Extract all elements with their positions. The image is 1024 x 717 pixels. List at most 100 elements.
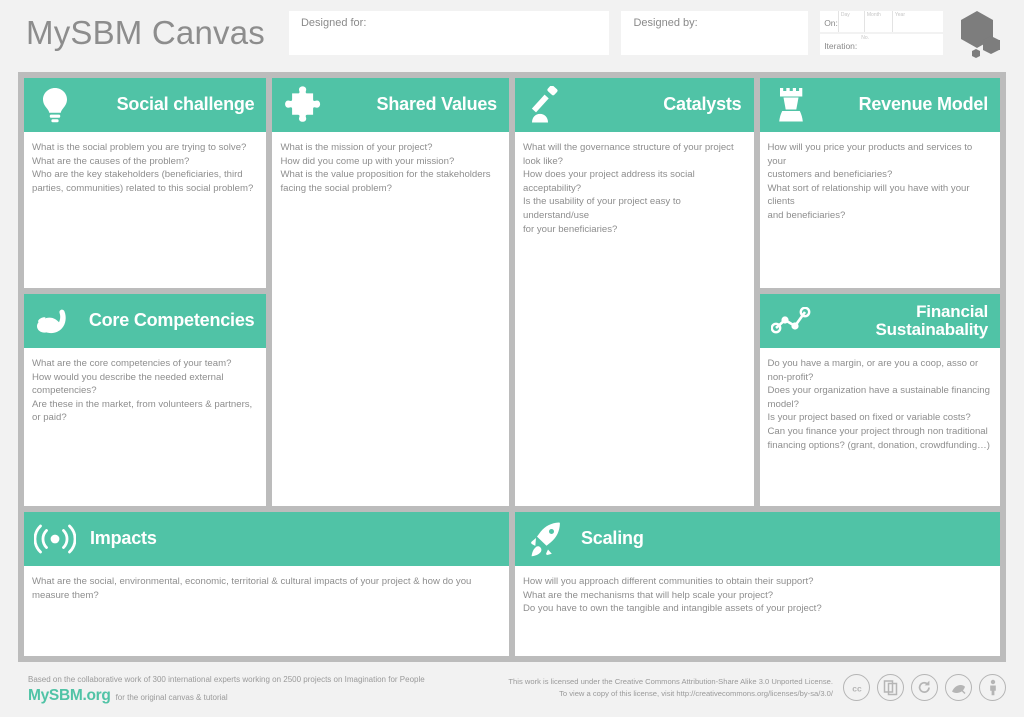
block-social-challenge[interactable]: Social challenge What is the social prob…	[24, 78, 267, 288]
page-footer: Based on the collaborative work of 300 i…	[0, 668, 1024, 717]
iteration-no-label: No.	[861, 35, 870, 41]
scaling-prompts: How will you approach different communit…	[515, 566, 1000, 656]
month-input[interactable]: Month	[863, 11, 892, 32]
designed-for-field[interactable]: Designed for:	[288, 11, 610, 55]
prompt-line: How did you come up with your mission?	[280, 155, 455, 167]
prompt-line: What is the mission of your project?	[280, 142, 433, 153]
social-challenge-header: Social challenge	[24, 78, 267, 132]
prompt-line: financing options? (grant, donation, cro…	[767, 439, 990, 451]
core-competencies-header: Core Competencies	[24, 294, 267, 348]
flexed-bicep-icon	[34, 300, 76, 342]
catalysts-prompts: What will the governance structure of yo…	[515, 132, 754, 506]
social-challenge-prompts: What is the social problem you are tryin…	[24, 132, 266, 288]
remix-icon[interactable]	[945, 674, 972, 701]
rocket-icon	[525, 518, 567, 560]
month-label: Month	[866, 12, 881, 18]
designed-for-label: Designed for:	[300, 17, 367, 29]
page-title: MySBM Canvas	[26, 14, 265, 51]
share-alike-icon[interactable]	[911, 674, 938, 701]
prompt-line: What is the social problem you are tryin…	[32, 142, 247, 153]
block-scaling[interactable]: Scaling How will you approach different …	[515, 512, 1000, 656]
canvas-grid: Social challenge What is the social prob…	[18, 72, 1006, 662]
iteration-label: Iteration:	[824, 41, 858, 51]
brand-row: MySBM.org for the original canvas & tuto…	[28, 687, 425, 705]
license-text: This work is licensed under the Creative…	[508, 676, 833, 699]
prompt-line: What sort of relationship will you have …	[767, 182, 970, 208]
shared-values-title: Shared Values	[376, 94, 498, 115]
impacts-header: Impacts	[24, 512, 509, 566]
prompt-line: How will you approach different communit…	[523, 576, 814, 587]
prompt-line: parties, communities) related to this so…	[32, 182, 254, 194]
impacts-title: Impacts	[90, 528, 157, 549]
prompt-line: customers and beneficiaries?	[767, 169, 893, 181]
prompt-line: Is the usability of your project easy to…	[523, 196, 681, 222]
prompt-line: Do you have a margin, or are you a coop,…	[767, 358, 979, 383]
financial-title-line-1: Financial	[916, 301, 988, 321]
gavel-icon	[525, 84, 567, 126]
on-label: On:	[824, 18, 838, 28]
designed-by-field[interactable]: Designed by:	[621, 11, 809, 55]
prompt-line: facing the social problem?	[280, 182, 392, 194]
prompt-line: for your beneficiaries?	[523, 223, 618, 235]
cc-badges: cc	[843, 674, 1006, 701]
core-competencies-prompts: What are the core competencies of your t…	[24, 348, 266, 506]
prompt-line: Can you finance your project through non…	[767, 426, 988, 438]
prompt-line: How does your project address its social…	[523, 169, 695, 194]
block-financial-sustainability[interactable]: Financial Sustainabality Do you have a m…	[759, 294, 1000, 506]
attribution-icon[interactable]	[979, 674, 1006, 701]
prompt-line: What are the mechanisms that will help s…	[523, 589, 774, 601]
canvas-top-row: Social challenge What is the social prob…	[24, 78, 1000, 506]
prompt-line: What are the core competencies of your t…	[32, 358, 232, 369]
financial-title-line-2: Sustainabality	[875, 320, 989, 339]
brand-link[interactable]: MySBM.org	[28, 687, 111, 705]
year-input[interactable]: Year	[891, 11, 920, 32]
prompt-line: Does your organization have a sustainabl…	[767, 385, 990, 410]
canvas-column-2: Shared Values What is the mission of you…	[272, 78, 509, 506]
designed-by-label: Designed by:	[633, 17, 698, 29]
iteration-input[interactable]: No.	[857, 34, 943, 41]
prompt-line: Do you have to own the tangible and inta…	[523, 603, 822, 615]
social-challenge-title: Social challenge	[116, 94, 255, 115]
license-line-1: This work is licensed under the Creative…	[508, 677, 833, 687]
page-header: MySBM Canvas Designed for: Designed by: …	[0, 0, 1024, 66]
scaling-title: Scaling	[581, 528, 644, 549]
prompt-line: How would you describe the needed extern…	[32, 371, 224, 397]
catalysts-header: Catalysts	[515, 78, 754, 132]
revenue-model-title: Revenue Model	[858, 94, 989, 115]
block-revenue-model[interactable]: Revenue Model How will you price your pr…	[759, 78, 1000, 288]
on-date-row: On: Day Month Year	[820, 11, 944, 32]
cc-icon[interactable]: cc	[843, 674, 870, 701]
block-impacts[interactable]: Impacts What are the social, environment…	[24, 512, 509, 656]
impacts-prompts: What are the social, environmental, econ…	[24, 566, 509, 656]
canvas-column-1: Social challenge What is the social prob…	[24, 78, 267, 506]
line-chart-nodes-icon	[770, 300, 812, 342]
prompt-line: What are the causes of the problem?	[32, 155, 190, 167]
puzzle-piece-icon	[282, 84, 324, 126]
catalysts-title: Catalysts	[663, 94, 742, 115]
canvas-column-3: Catalysts What will the governance struc…	[515, 78, 754, 506]
prompt-line: What will the governance structure of yo…	[523, 142, 734, 167]
financial-sustainability-title: Financial Sustainabality	[818, 301, 991, 340]
chess-rook-icon	[770, 84, 812, 126]
block-core-competencies[interactable]: Core Competencies What are the core comp…	[24, 294, 267, 506]
copy-icon[interactable]	[877, 674, 904, 701]
block-catalysts[interactable]: Catalysts What will the governance struc…	[515, 78, 754, 506]
canvas-column-4: Revenue Model How will you price your pr…	[759, 78, 1000, 506]
prompt-line: Who are the key stakeholders (beneficiar…	[32, 169, 243, 181]
date-group: On: Day Month Year Iteration: No.	[820, 11, 944, 55]
day-input[interactable]: Day	[837, 11, 864, 32]
prompt-line: What are the social, environmental, econ…	[32, 576, 472, 601]
canvas-bottom-row: Impacts What are the social, environment…	[24, 512, 1000, 656]
financial-sustainability-header: Financial Sustainabality	[759, 294, 1000, 348]
footer-credit-block: Based on the collaborative work of 300 i…	[28, 674, 425, 705]
shared-values-prompts: What is the mission of your project? How…	[272, 132, 509, 506]
block-shared-values[interactable]: Shared Values What is the mission of you…	[272, 78, 509, 506]
prompt-line: What is the value proposition for the st…	[280, 169, 491, 181]
credit-text: Based on the collaborative work of 300 i…	[28, 675, 425, 684]
year-label: Year	[894, 12, 905, 18]
license-line-2[interactable]: To view a copy of this license, visit ht…	[508, 688, 833, 699]
brand-subtitle: for the original canvas & tutorial	[115, 693, 228, 703]
prompt-line: Are these in the market, from volunteers…	[32, 398, 253, 424]
svg-text:cc: cc	[852, 683, 862, 693]
footer-license-block: This work is licensed under the Creative…	[508, 674, 1006, 701]
